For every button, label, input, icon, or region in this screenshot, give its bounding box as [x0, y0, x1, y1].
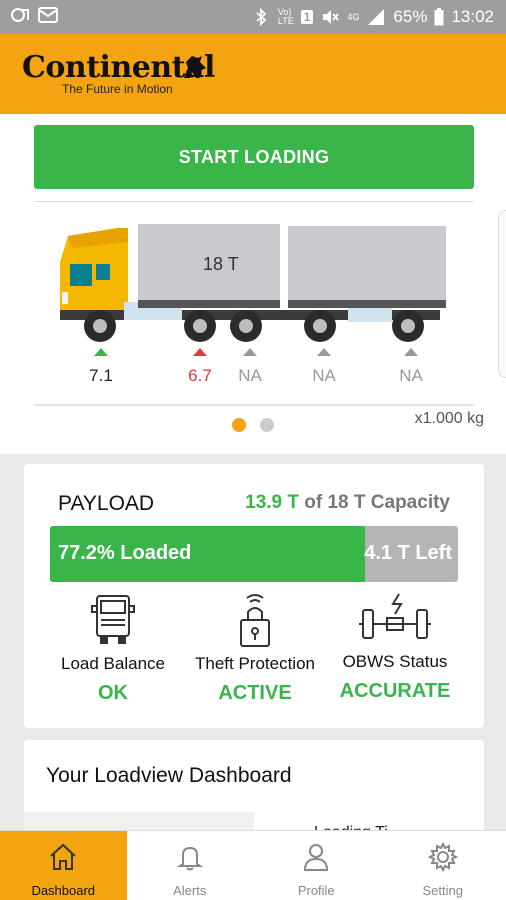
payload-capacity: of 18 T Capacity — [299, 492, 450, 513]
start-loading-button[interactable]: START LOADING — [34, 125, 474, 189]
axle-reading-4: NA — [294, 348, 354, 386]
carousel-dots — [232, 418, 274, 432]
stat-value: OK — [98, 682, 128, 704]
user-icon — [304, 844, 329, 871]
axle-value: NA — [312, 366, 336, 385]
stat-label: Load Balance — [61, 654, 165, 673]
bottom-navigation: Dashboard Alerts Profile Setting — [0, 830, 506, 900]
axle-sensor-icon — [359, 593, 431, 639]
status-bar: Vo) LTE 1 4G 65% 13:02 — [0, 0, 506, 34]
nav-label: Dashboard — [31, 883, 96, 898]
axle-indicator-na-icon — [317, 348, 331, 356]
app-header: Continental The Future in Motion — [0, 34, 506, 114]
payload-loaded-amount: 13.9 T — [245, 492, 299, 513]
payload-left-label: 4.1 T Left — [364, 542, 452, 564]
message-icon — [38, 7, 58, 23]
bluetooth-icon — [256, 8, 267, 26]
truck-illustration[interactable] — [58, 222, 450, 342]
volte-indicator: Vo) LTE — [277, 7, 294, 26]
brand-tagline: The Future in Motion — [62, 82, 173, 96]
axle-indicator-up-icon — [193, 348, 207, 356]
container-load-label: 18 T — [203, 254, 239, 274]
clock: 13:02 — [451, 7, 494, 26]
axle-indicator-na-icon — [243, 348, 257, 356]
stat-label: Theft Protection — [194, 654, 315, 673]
nav-label: Setting — [422, 883, 463, 898]
axle-indicator-up-icon — [94, 348, 108, 356]
axle-value: NA — [399, 366, 423, 385]
nav-dashboard[interactable]: Dashboard — [0, 831, 127, 900]
signal-icon — [368, 9, 385, 25]
battery-percent: 65% — [393, 7, 428, 26]
axle-reading-1: 7.1 — [71, 348, 131, 386]
stat-value: ACTIVE — [218, 682, 292, 704]
carousel-dot-active[interactable] — [232, 418, 246, 432]
carousel-dot[interactable] — [260, 418, 274, 432]
translate-icon — [11, 8, 29, 22]
nav-profile[interactable]: Profile — [253, 831, 380, 900]
payload-title: PAYLOAD — [58, 492, 155, 515]
axle-indicator-na-icon — [404, 348, 418, 356]
theft-protection-status[interactable]: Theft Protection ACTIVE — [180, 592, 330, 705]
payload-progress-bar: 77.2% Loaded 4.1 T Left — [50, 526, 458, 582]
divider — [34, 404, 474, 406]
truck-overview-card: START LOADING 18 T x1.000 kg — [0, 114, 506, 454]
mute-icon — [323, 10, 340, 24]
network-type: 4G — [347, 11, 360, 22]
obws-status[interactable]: OBWS Status ACCURATE — [320, 592, 470, 703]
sim-indicator: 1 — [300, 10, 314, 24]
payload-loaded-label: 77.2% Loaded — [58, 542, 192, 564]
payload-summary: 13.9 T of 18 T Capacity — [245, 492, 450, 514]
axle-value: 7.1 — [89, 366, 113, 385]
battery-icon — [434, 8, 444, 26]
dashboard-title: Your Loadview Dashboard — [46, 764, 292, 787]
axle-reading-5: NA — [381, 348, 441, 386]
home-icon — [50, 843, 76, 870]
lock-icon — [240, 594, 270, 647]
truck-front-icon — [91, 595, 135, 644]
horse-logo-icon — [184, 56, 206, 78]
nav-setting[interactable]: Setting — [380, 831, 506, 900]
gear-icon — [427, 841, 458, 873]
loadview-dashboard-card[interactable]: Your Loadview Dashboard Loading Ti — [24, 740, 484, 841]
payload-card: PAYLOAD 13.9 T of 18 T Capacity 77.2% Lo… — [24, 464, 484, 728]
nav-alerts[interactable]: Alerts — [127, 831, 254, 900]
bell-icon — [176, 846, 204, 871]
divider — [34, 201, 474, 202]
load-balance-status[interactable]: Load Balance OK — [38, 592, 188, 705]
nav-label: Profile — [297, 883, 335, 898]
carousel-edge[interactable] — [498, 210, 506, 378]
weight-unit: x1.000 kg — [414, 410, 484, 427]
axle-value: NA — [238, 366, 262, 385]
stat-label: OBWS Status — [342, 652, 448, 671]
stat-value: ACCURATE — [339, 680, 451, 702]
nav-label: Alerts — [173, 883, 207, 898]
axle-reading-3: NA — [220, 348, 280, 386]
